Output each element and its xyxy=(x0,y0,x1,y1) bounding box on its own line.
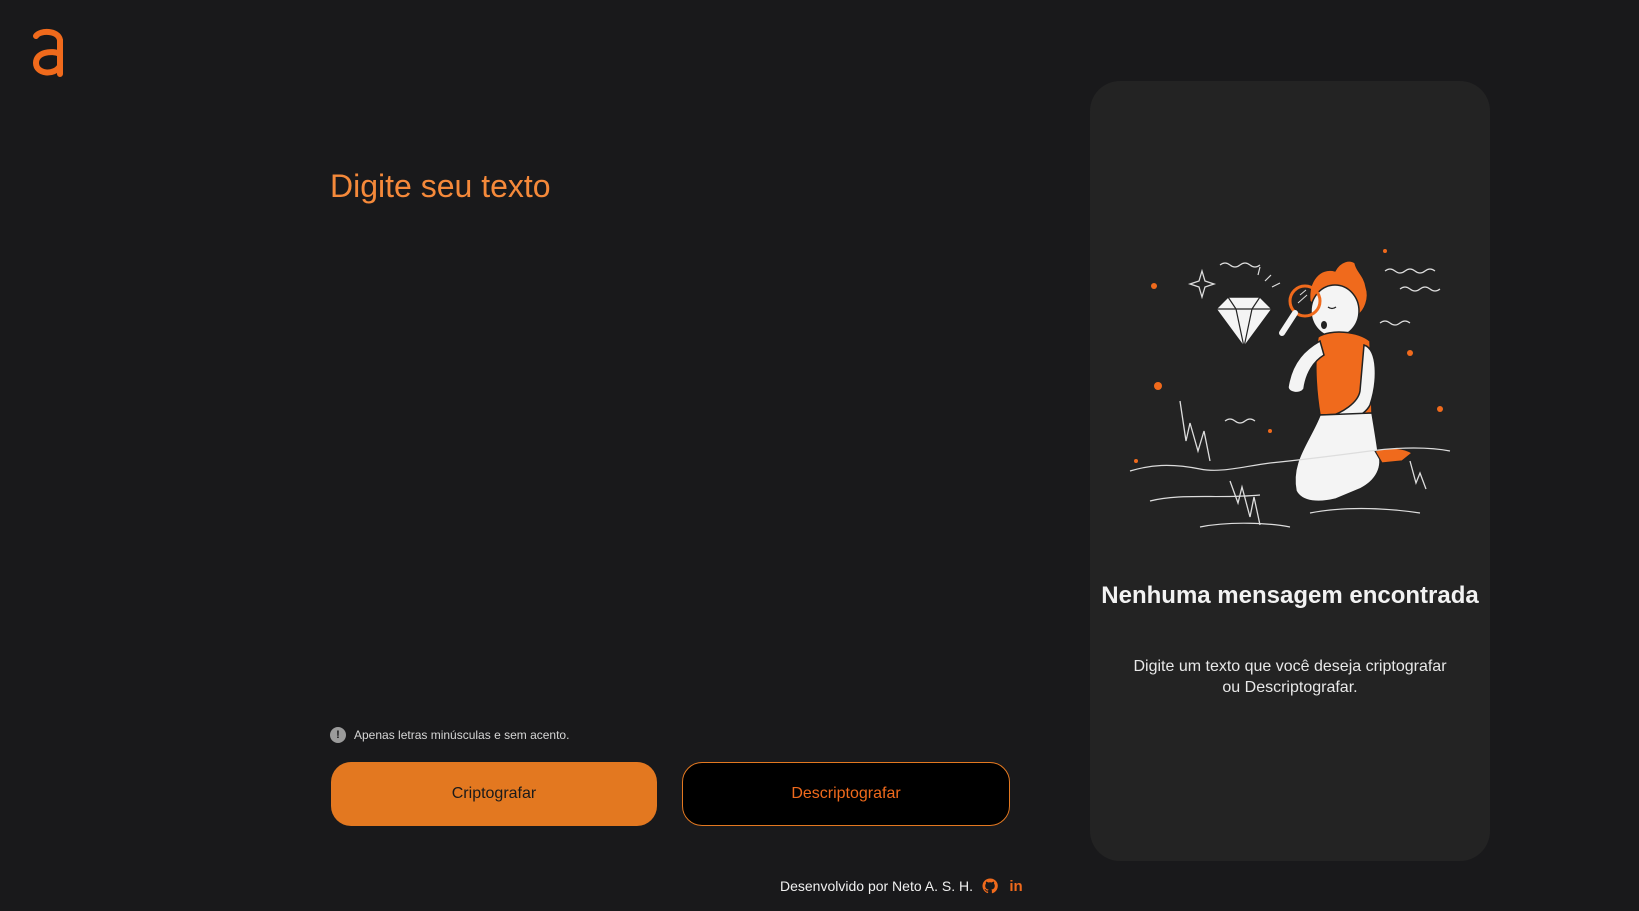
linkedin-icon-text: in xyxy=(1009,877,1023,895)
page: ! Apenas letras minúsculas e sem acento.… xyxy=(0,0,1639,911)
encrypt-button[interactable]: Criptografar xyxy=(331,762,657,826)
exclamation-icon: ! xyxy=(330,727,346,743)
footer: Desenvolvido por Neto A. S. H. in xyxy=(780,877,1025,895)
hint-text: Apenas letras minúsculas e sem acento. xyxy=(354,728,570,742)
linkedin-icon[interactable]: in xyxy=(1007,877,1025,895)
app-logo xyxy=(32,28,63,77)
text-input[interactable] xyxy=(330,164,930,208)
message-textarea[interactable] xyxy=(330,210,1014,714)
decrypt-button-label: Descriptografar xyxy=(791,785,901,802)
encrypt-button-label: Criptografar xyxy=(451,785,537,802)
decrypt-button[interactable]: Descriptografar xyxy=(682,762,1010,826)
github-icon[interactable] xyxy=(981,877,999,895)
empty-state-description: Digite um texto que você deseja criptogr… xyxy=(1133,658,1447,696)
output-panel: Nenhuma mensagem encontrada Digite um te… xyxy=(1090,81,1490,861)
footer-credit: Desenvolvido por Neto A. S. H. xyxy=(780,878,973,894)
empty-state-title: Nenhuma mensagem encontrada xyxy=(1101,582,1479,609)
input-hint: ! Apenas letras minúsculas e sem acento. xyxy=(330,727,569,743)
github-icon-glyph xyxy=(982,878,998,894)
magnifier-person-illustration xyxy=(1129,249,1451,528)
